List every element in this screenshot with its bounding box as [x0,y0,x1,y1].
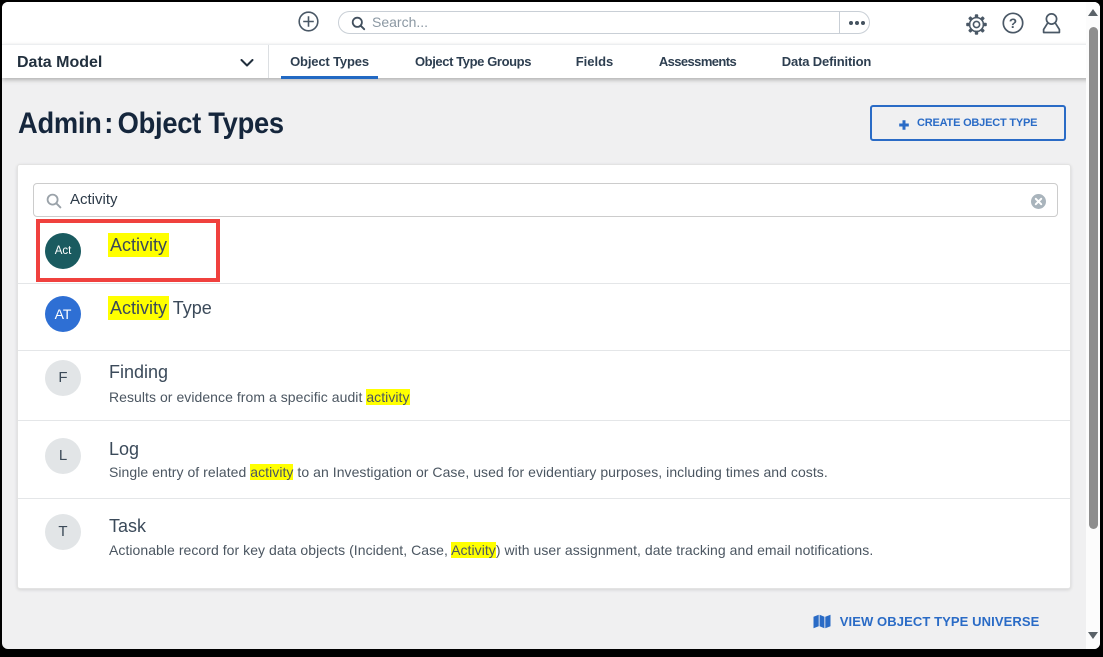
svg-text:?: ? [1009,16,1017,31]
